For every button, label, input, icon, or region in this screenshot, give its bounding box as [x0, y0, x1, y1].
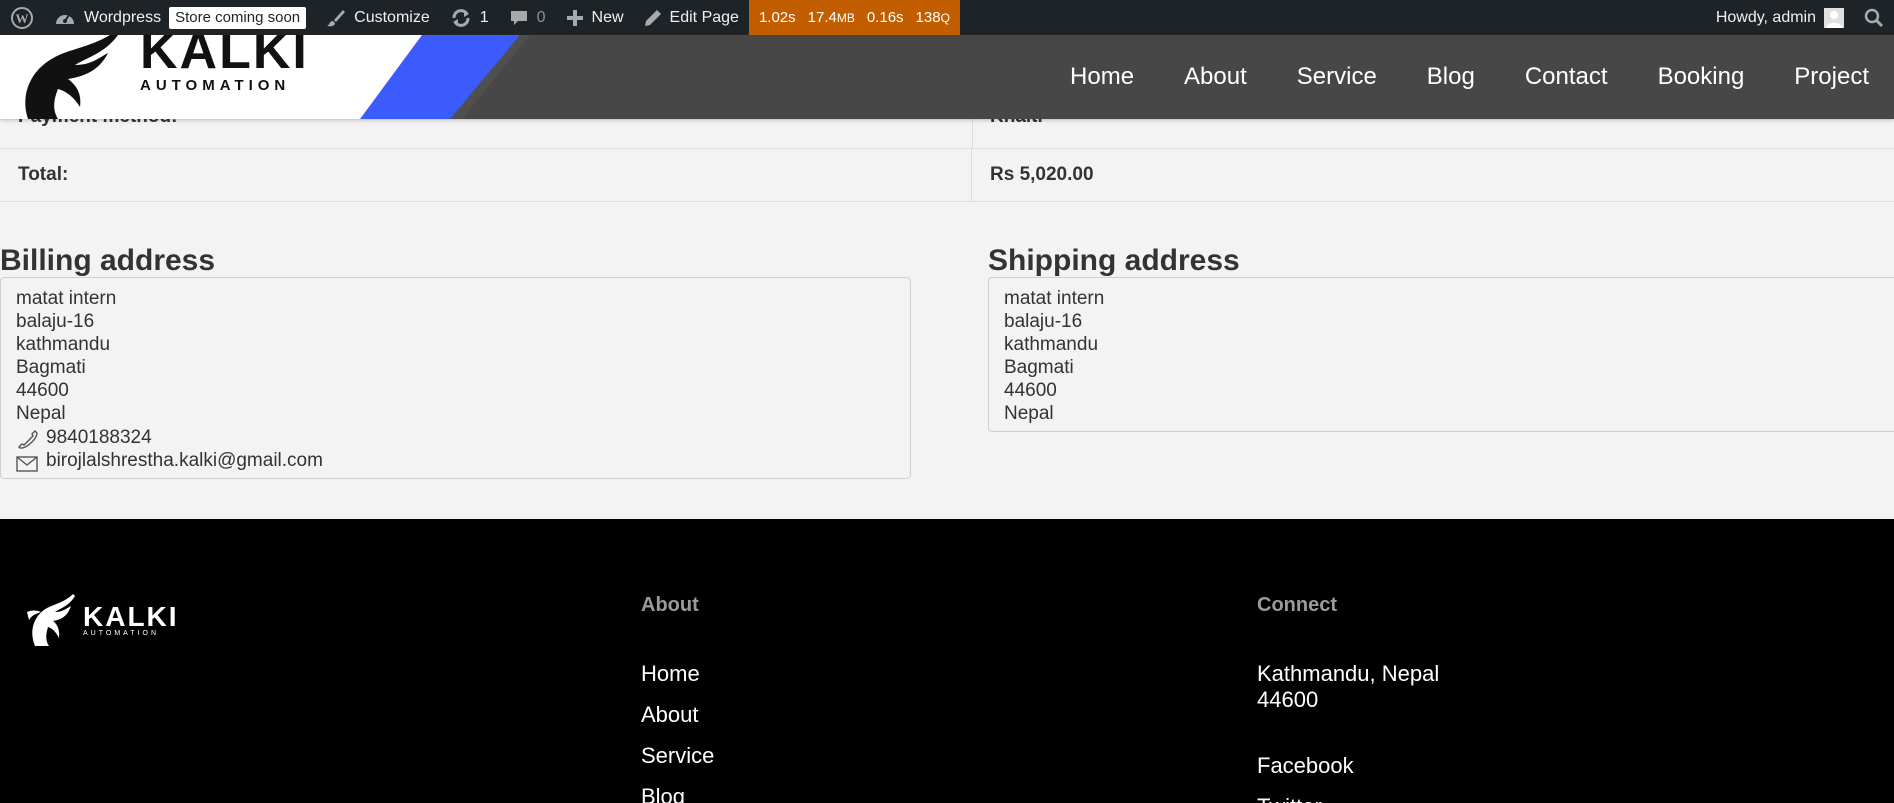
plus-icon	[566, 9, 583, 26]
pencil-icon	[644, 9, 661, 26]
customize-label: Customize	[354, 8, 430, 26]
table-divider	[972, 119, 973, 148]
footer-logo-text: KALKI	[83, 600, 179, 632]
footer-about-column: About Home About Service Blog	[641, 594, 714, 803]
shipping-name: matat intern	[1004, 288, 1105, 309]
shipping-postcode: 44600	[1004, 380, 1057, 401]
new-content-menu[interactable]: New	[556, 0, 634, 35]
total-label: Total:	[0, 148, 972, 202]
comments-link[interactable]: 0	[499, 0, 556, 35]
billing-address-title: Billing address	[0, 244, 216, 277]
comments-count: 0	[536, 8, 546, 26]
query-monitor-stats[interactable]: 1.02s 17.4MB 0.16s 138Q	[748, 0, 960, 35]
footer-link-about[interactable]: About	[641, 702, 714, 728]
footer-link-service[interactable]: Service	[641, 743, 714, 769]
nav-about[interactable]: About	[1159, 63, 1272, 91]
total-value: Rs 5,020.00	[990, 164, 1094, 185]
kalki-bird-logo-icon	[27, 594, 75, 646]
order-total-row: Total: Rs 5,020.00	[0, 148, 1894, 202]
billing-postcode: 44600	[16, 380, 69, 401]
query-count: 138Q	[915, 9, 950, 26]
footer-connect-column: Connect Kathmandu, Nepal 44600 Facebook …	[1257, 594, 1439, 803]
site-name-menu[interactable]: Wordpress Store coming soon	[44, 0, 316, 35]
nav-project[interactable]: Project	[1769, 63, 1894, 91]
store-coming-soon-badge[interactable]: Store coming soon	[169, 6, 307, 29]
user-avatar-icon	[1826, 10, 1842, 28]
footer-link-blog[interactable]: Blog	[641, 784, 714, 803]
dashboard-icon	[56, 13, 74, 24]
comment-icon	[510, 10, 527, 25]
footer-address-line1: Kathmandu, Nepal	[1257, 661, 1440, 686]
shipping-city: kathmandu	[1004, 334, 1099, 355]
billing-country: Nepal	[16, 403, 66, 424]
updates-icon	[452, 8, 470, 27]
logo-subtext: AUTOMATION	[140, 77, 291, 94]
phone-icon	[18, 430, 38, 449]
my-account-menu[interactable]: Howdy, admin	[1706, 0, 1854, 35]
billing-name: matat intern	[16, 288, 117, 309]
site-name: Wordpress	[84, 8, 162, 26]
updates-link[interactable]: 1	[440, 0, 499, 35]
shipping-country: Nepal	[1004, 403, 1054, 424]
avatar	[1824, 7, 1844, 28]
search-icon	[1864, 8, 1884, 27]
admin-search[interactable]	[1854, 0, 1894, 35]
nav-blog[interactable]: Blog	[1402, 63, 1500, 91]
nav-service[interactable]: Service	[1272, 63, 1402, 91]
svg-text:W: W	[16, 11, 29, 26]
billing-state: Bagmati	[16, 357, 86, 378]
billing-phone: 9840188324	[46, 426, 152, 448]
updates-count: 1	[479, 8, 489, 26]
main-navigation: Home About Service Blog Contact Booking …	[1045, 35, 1894, 119]
edit-page-link[interactable]: Edit Page	[634, 0, 749, 35]
wp-logo-menu[interactable]: W	[0, 0, 44, 35]
site-footer: KALKI AUTOMATION About Home About Servic…	[0, 519, 1894, 803]
billing-email: birojlalshrestha.kalki@gmail.com	[46, 450, 323, 471]
new-label: New	[591, 8, 624, 26]
wp-admin-bar: W Wordpress Store coming soon Customize …	[0, 0, 1894, 35]
email-icon	[16, 455, 38, 472]
billing-city: kathmandu	[16, 334, 111, 355]
query-time: 0.16s	[866, 9, 904, 26]
billing-address-box: matat intern balaju-16 kathmandu Bagmati…	[0, 277, 911, 479]
shipping-address-box: matat intern balaju-16 kathmandu Bagmati…	[988, 277, 1894, 432]
shipping-street: balaju-16	[1004, 311, 1083, 332]
howdy-label: Howdy, admin	[1715, 8, 1816, 26]
brush-icon	[327, 9, 346, 26]
nav-home[interactable]: Home	[1045, 63, 1159, 91]
billing-email-line: birojlalshrestha.kalki@gmail.com	[16, 449, 895, 472]
billing-phone-line: 9840188324	[16, 425, 895, 449]
footer-logo[interactable]: KALKI AUTOMATION	[25, 594, 179, 646]
customize-link[interactable]: Customize	[316, 0, 440, 35]
footer-about-heading: About	[641, 594, 699, 616]
shipping-address-title: Shipping address	[988, 244, 1240, 277]
footer-link-facebook[interactable]: Facebook	[1257, 753, 1439, 779]
edit-page-label: Edit Page	[669, 8, 739, 26]
shipping-state: Bagmati	[1004, 357, 1074, 378]
nav-booking[interactable]: Booking	[1633, 63, 1770, 91]
site-header: KALKI AUTOMATION Home About Service Blog…	[0, 22, 1894, 119]
footer-link-twitter[interactable]: Twitter	[1257, 794, 1439, 803]
footer-connect-heading: Connect	[1257, 594, 1337, 616]
footer-spacer	[1257, 713, 1439, 753]
footer-address-line2: 44600	[1257, 687, 1319, 712]
billing-street: balaju-16	[16, 311, 95, 332]
nav-contact[interactable]: Contact	[1500, 63, 1633, 91]
memory-usage: 17.4MB	[807, 9, 855, 26]
footer-link-home[interactable]: Home	[641, 661, 714, 687]
wordpress-icon: W	[11, 6, 33, 29]
page-gen-time: 1.02s	[758, 9, 796, 26]
kalki-bird-logo-icon	[25, 35, 118, 119]
